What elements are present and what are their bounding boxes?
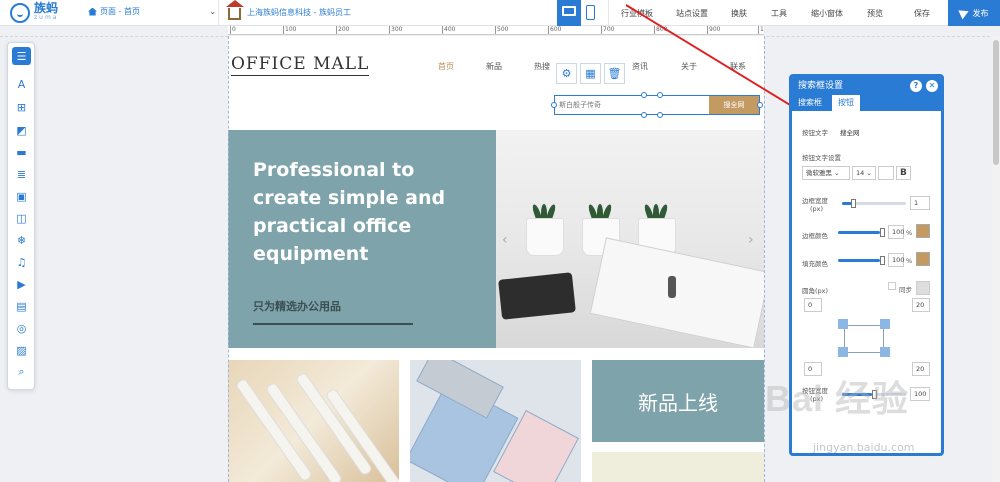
shop-icon[interactable]: ◫ xyxy=(12,209,31,227)
music-icon[interactable]: ♫ xyxy=(12,253,31,271)
radius-corner[interactable] xyxy=(880,319,890,329)
radius-corner[interactable] xyxy=(880,347,890,357)
font-size-select[interactable]: 14 ⌄ xyxy=(852,166,876,180)
border-opacity-input[interactable]: 100 xyxy=(888,225,904,239)
shapes-icon[interactable]: ◩ xyxy=(12,121,31,139)
compass-icon[interactable]: ◎ xyxy=(12,319,31,337)
fill-color-swatch[interactable] xyxy=(916,252,930,266)
border-opacity-slider xyxy=(838,231,880,234)
border-color-label: 边框颜色 xyxy=(802,232,828,240)
border-width-input[interactable]: 1 xyxy=(910,196,930,210)
fill-color-label: 填充颜色 xyxy=(802,260,828,268)
divider-icon[interactable]: ▬ xyxy=(12,143,31,161)
canvas-scrollbar[interactable] xyxy=(992,36,1000,482)
video-icon[interactable]: ▶ xyxy=(12,275,31,293)
font-size-value: 14 xyxy=(856,169,865,177)
percent-label: % xyxy=(906,257,913,265)
border-width-label: 边框宽度 xyxy=(802,197,828,205)
font-settings-label: 按钮文字设置 xyxy=(802,154,841,162)
layout-icon[interactable]: ⊞ xyxy=(12,98,31,116)
border-width-unit: (px) xyxy=(810,205,824,213)
sync-color xyxy=(916,281,930,295)
search-icon[interactable]: ⌕ xyxy=(12,363,31,381)
radius-label: 圆角(px) xyxy=(802,287,829,295)
radius-top-left-input[interactable]: 0 xyxy=(804,298,822,312)
list-icon[interactable]: ☰ xyxy=(12,47,31,65)
snowflake-icon[interactable]: ❄ xyxy=(12,231,31,249)
radius-bottom-right-input[interactable]: 20 xyxy=(912,362,930,376)
text-icon[interactable]: A xyxy=(12,75,31,93)
close-icon[interactable]: ✕ xyxy=(926,80,938,92)
font-family-value: 微软雅黑 xyxy=(806,169,832,177)
watermark-logo: Bai 经验 xyxy=(765,378,910,419)
fill-opacity-input[interactable]: 100 xyxy=(888,253,904,267)
percent-label: % xyxy=(906,229,913,237)
help-icon[interactable]: ? xyxy=(910,80,922,92)
fill-opacity-handle[interactable] xyxy=(880,256,885,265)
form-icon[interactable]: ▤ xyxy=(12,297,31,315)
radius-top-right-input[interactable]: 20 xyxy=(912,298,930,312)
radius-preview xyxy=(844,325,884,353)
tab-search-box[interactable]: 搜索框 xyxy=(792,95,828,111)
button-width-input[interactable]: 100 xyxy=(910,387,930,401)
bold-toggle[interactable]: B xyxy=(896,166,911,180)
tab-button[interactable]: 按钮 xyxy=(832,95,860,111)
sync-checkbox[interactable] xyxy=(888,282,896,290)
component-toolbar: ☰ A ⊞ ◩ ▬ ≣ ▣ ◫ ❄ ♫ ▶ ▤ ◎ ▨ ⌕ xyxy=(7,42,35,390)
font-color-picker[interactable] xyxy=(878,166,894,180)
font-family-select[interactable]: 微软雅黑 ⌄ xyxy=(802,166,850,180)
scrollbar-thumb[interactable] xyxy=(993,40,999,165)
radius-corner[interactable] xyxy=(838,319,848,329)
border-width-slider-handle[interactable] xyxy=(851,199,856,208)
bullets-icon[interactable]: ≣ xyxy=(12,165,31,183)
gallery-icon[interactable]: ▣ xyxy=(12,187,31,205)
fill-opacity-slider xyxy=(838,259,880,262)
button-text-label: 按钮文字 xyxy=(802,129,828,137)
panel-header: 搜索框设置 ? ✕ xyxy=(792,77,941,95)
image-icon[interactable]: ▨ xyxy=(12,341,31,359)
panel-title: 搜索框设置 xyxy=(798,81,844,91)
radius-corner[interactable] xyxy=(838,347,848,357)
panel-tabs: 搜索框 按钮 xyxy=(792,95,941,111)
border-opacity-handle[interactable] xyxy=(880,228,885,237)
button-text-input[interactable]: 搜全网 xyxy=(840,127,860,137)
border-color-swatch[interactable] xyxy=(916,224,930,238)
watermark-url: jingyan.baidu.com xyxy=(813,441,915,454)
sync-label: 同步 xyxy=(899,286,912,294)
